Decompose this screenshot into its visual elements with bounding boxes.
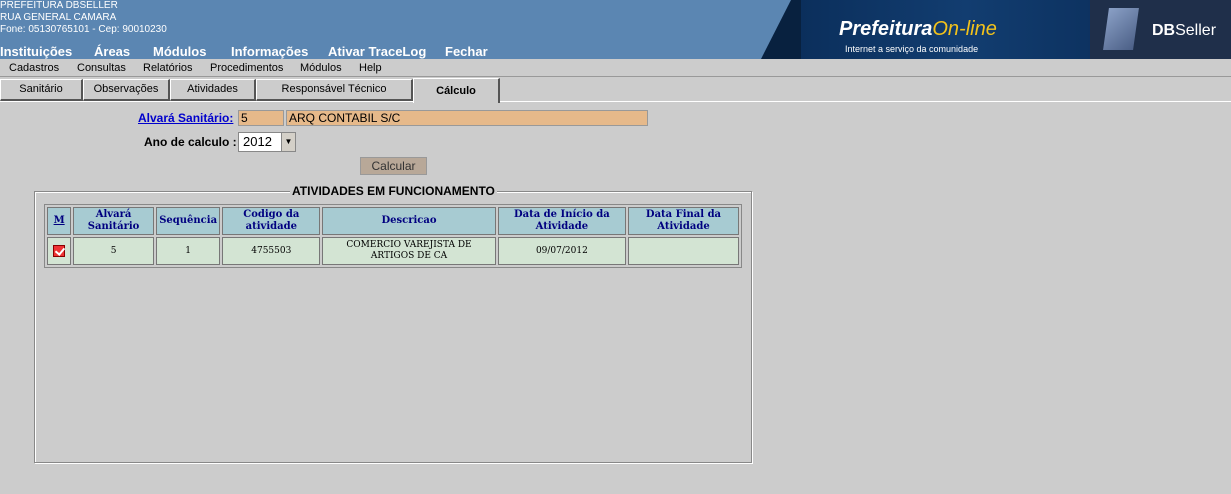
- prefeitura-online-logo: PrefeituraOn-line: [839, 18, 997, 40]
- activities-table: M Alvará Sanitário Sequência Codigo da a…: [44, 204, 742, 268]
- col-header-data-final: Data Final da Atividade: [627, 207, 739, 235]
- alvara-name-field: ARQ CONTABIL S/C: [286, 110, 648, 126]
- app-header: PREFEITURA DBSELLER RUA GENERAL CAMARA F…: [0, 0, 1231, 59]
- nav-instituicoes[interactable]: Instituições: [0, 44, 72, 59]
- cell-alvara: 5: [73, 237, 154, 265]
- cell-codigo: 4755503: [222, 237, 321, 265]
- nav-ativar-tracelog[interactable]: Ativar TraceLog: [328, 44, 426, 59]
- col-header-codigo: Codigo da atividade: [222, 207, 321, 235]
- dbseller-icon: [1103, 8, 1139, 50]
- org-contact: Fone: 05130765101 - Cep: 90010230: [0, 24, 167, 35]
- table-row: 5 1 4755503 COMERCIO VAREJISTA DE ARTIGO…: [47, 237, 739, 265]
- menu-help[interactable]: Help: [359, 62, 382, 74]
- table-header-row: M Alvará Sanitário Sequência Codigo da a…: [47, 207, 739, 235]
- ano-calculo-select[interactable]: 2012 ▼: [238, 132, 296, 152]
- tab-bar: Sanitário Observações Atividades Respons…: [0, 78, 1231, 103]
- org-name: PREFEITURA DBSELLER: [0, 0, 118, 11]
- cell-sequencia: 1: [155, 237, 221, 265]
- ano-calculo-label: Ano de calculo :: [144, 135, 237, 149]
- tab-sanitario[interactable]: Sanitário: [0, 79, 83, 101]
- menu-bar: Cadastros Consultas Relatórios Procedime…: [0, 59, 1231, 77]
- menu-modulos[interactable]: Módulos: [300, 62, 342, 74]
- tab-responsavel-tecnico[interactable]: Responsável Técnico: [256, 79, 413, 101]
- col-header-sequencia: Sequência: [155, 207, 221, 235]
- nav-areas[interactable]: Áreas: [94, 44, 130, 59]
- nav-informacoes[interactable]: Informações: [231, 44, 308, 59]
- nav-fechar[interactable]: Fechar: [445, 44, 488, 59]
- row-checkbox[interactable]: [53, 244, 66, 257]
- menu-cadastros[interactable]: Cadastros: [9, 62, 59, 74]
- col-header-descricao: Descricao: [322, 207, 496, 235]
- activities-legend: ATIVIDADES EM FUNCIONAMENTO: [290, 184, 497, 198]
- menu-consultas[interactable]: Consultas: [77, 62, 126, 74]
- brand-banner: PrefeituraOn-line Internet a serviço da …: [761, 0, 1231, 59]
- org-address: RUA GENERAL CAMARA: [0, 12, 117, 23]
- ano-calculo-value: 2012: [243, 134, 272, 149]
- dbseller-logo: DBSeller: [1090, 0, 1231, 59]
- chevron-down-icon[interactable]: ▼: [281, 133, 295, 151]
- tab-calculo[interactable]: Cálculo: [413, 78, 500, 103]
- logo-tagline: Internet a serviço da comunidade: [845, 44, 979, 54]
- tab-observacoes[interactable]: Observações: [83, 79, 170, 101]
- col-header-m[interactable]: M: [47, 207, 72, 235]
- nav-modulos[interactable]: Módulos: [153, 44, 206, 59]
- alvara-number-field[interactable]: 5: [238, 110, 284, 126]
- col-header-data-inicio: Data de Início da Atividade: [497, 207, 626, 235]
- org-info: PREFEITURA DBSELLER RUA GENERAL CAMARA F…: [0, 0, 167, 36]
- cell-data-inicio: 09/07/2012: [497, 237, 626, 265]
- tab-atividades[interactable]: Atividades: [170, 79, 256, 101]
- menu-relatorios[interactable]: Relatórios: [143, 62, 193, 74]
- calcular-button[interactable]: Calcular: [360, 157, 427, 175]
- cell-data-final: [627, 237, 739, 265]
- menu-procedimentos[interactable]: Procedimentos: [210, 62, 283, 74]
- alvara-sanitario-link[interactable]: Alvará Sanitário:: [138, 111, 233, 125]
- cell-descricao: COMERCIO VAREJISTA DE ARTIGOS DE CA: [322, 237, 496, 265]
- row-checkbox-cell: [47, 237, 72, 265]
- col-header-alvara: Alvará Sanitário: [73, 207, 154, 235]
